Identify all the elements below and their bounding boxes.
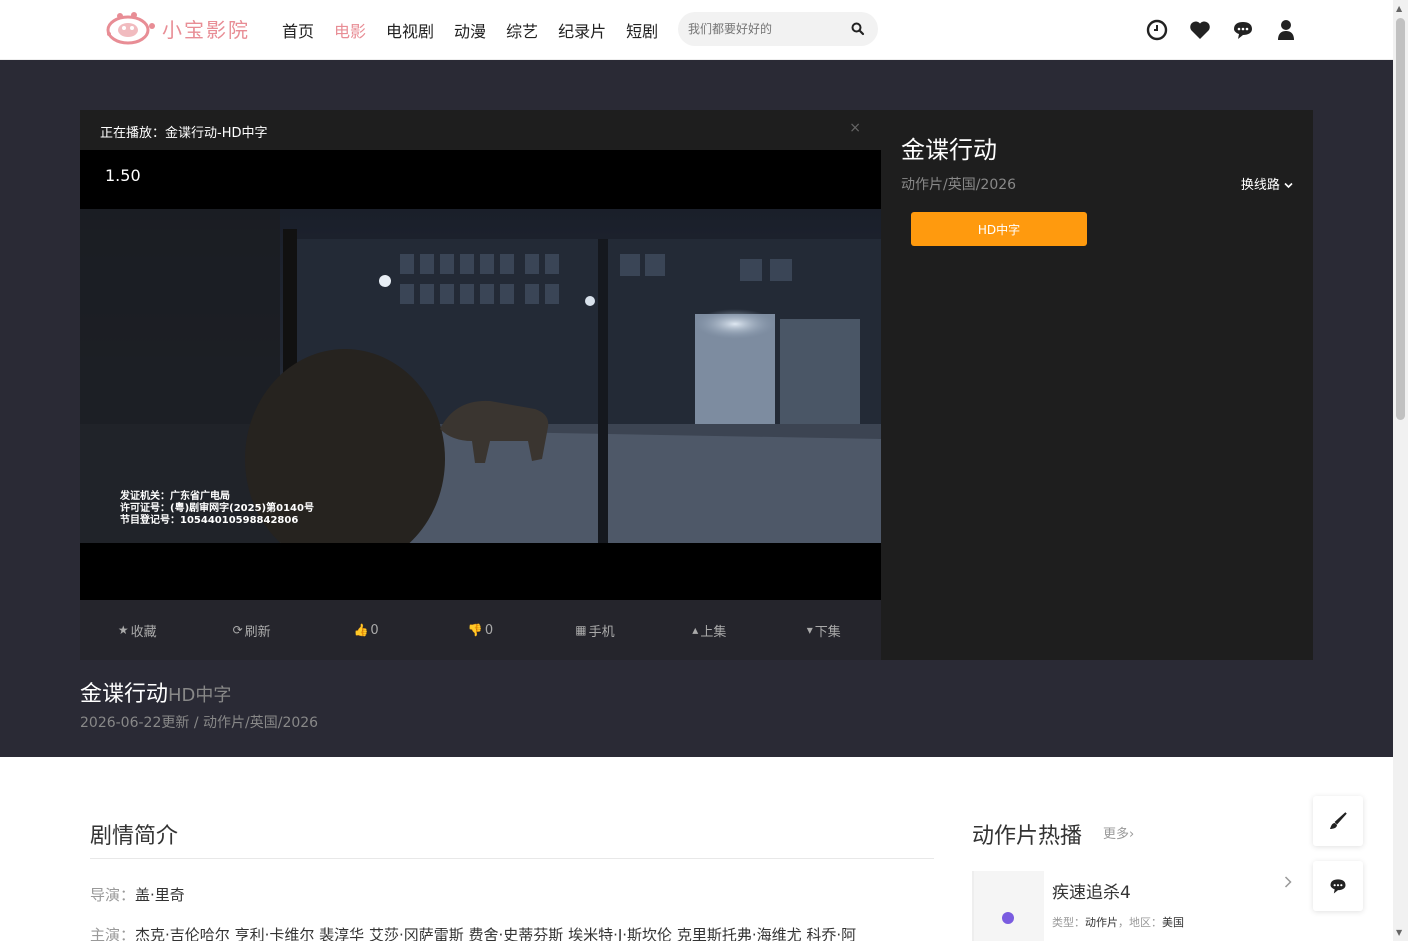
heart-icon[interactable]	[1188, 18, 1212, 42]
episode-panel: 金谍行动 动作片/英国/2026 换线路 HD中字	[881, 110, 1313, 660]
cast-link[interactable]: 亨利·卡维尔	[235, 926, 315, 941]
search-box	[678, 12, 878, 46]
list-item-meta: 类型：动作片，地区：美国	[1052, 916, 1184, 929]
player-toolbar: ★ 收藏 ⟳ 刷新 👍 0 👎 0 ▦ 手机 ▴ 上集 ▾ 下集	[80, 600, 881, 660]
page-scrollbar[interactable]: ▲ ▼	[1393, 0, 1408, 941]
star-icon: ★	[117, 623, 129, 637]
panel-title: 金谍行动	[901, 136, 997, 164]
category-link[interactable]: 动作片	[203, 715, 245, 731]
feedback-button[interactable]	[1313, 861, 1363, 911]
rank-dot	[1002, 912, 1014, 924]
nav-item-variety[interactable]: 综艺	[506, 18, 538, 42]
chat-icon[interactable]	[1231, 18, 1255, 42]
movie-quality: HD中字	[168, 685, 232, 706]
caret-down-icon: ▾	[806, 623, 813, 637]
search-icon[interactable]	[850, 21, 866, 37]
nav-item-short-drama[interactable]: 短剧	[626, 18, 658, 42]
director-link[interactable]: 盖·里奇	[135, 886, 185, 904]
program-registration: 节目登记号：10544010598842806	[120, 515, 299, 526]
refresh-button[interactable]: ⟳ 刷新	[194, 600, 308, 660]
site-logo[interactable]: 小宝影院	[104, 8, 250, 48]
theme-button[interactable]	[1313, 796, 1363, 846]
next-episode-button[interactable]: ▾ 下集	[767, 600, 881, 660]
chat-icon	[1330, 879, 1346, 894]
divider	[90, 858, 934, 859]
thumbnail	[972, 871, 1044, 941]
license-issuer: 发证机关：广东省广电局	[120, 491, 230, 502]
panel-meta: 动作片/英国/2026	[901, 177, 1017, 193]
cast-link[interactable]: 裴淳华	[319, 926, 364, 941]
thumbs-down-icon: 👎	[467, 623, 483, 637]
scrollbar-thumb[interactable]	[1396, 18, 1405, 420]
more-link[interactable]: 更多›	[1103, 823, 1134, 842]
license-info: 发证机关：广东省广电局 许可证号：(粤)剧审网字(2025)第0140号 节目登…	[120, 491, 314, 527]
mobile-button[interactable]: ▦ 手机	[538, 600, 652, 660]
qrcode-icon: ▦	[575, 623, 587, 637]
thumbs-up-icon: 👍	[353, 623, 369, 637]
site-header: 小宝影院 首页 电影 电视剧 动漫 综艺 纪录片 短剧	[0, 0, 1393, 60]
movie-subinfo: 2026-06-22更新 / 动作片/英国/2026	[80, 715, 319, 731]
cast-row: 主演：杰克·吉伦哈尔 亨利·卡维尔 裴淳华 艾莎·冈萨雷斯 费舍·史蒂芬斯 埃米…	[90, 924, 856, 941]
header-icons	[1145, 18, 1317, 42]
synopsis-heading: 剧情简介	[90, 824, 179, 849]
episode-button-hd[interactable]: HD中字	[911, 212, 1087, 246]
dislike-button[interactable]: 👎 0	[423, 600, 537, 660]
player-section: 正在播放：金谍行动-HD中字 × 1.50 发证机关：广东省广电局 许可证号：(…	[0, 60, 1393, 757]
main-nav: 首页 电影 电视剧 动漫 综艺 纪录片 短剧	[272, 18, 668, 42]
like-button[interactable]: 👍 0	[309, 600, 423, 660]
cast-link[interactable]: 埃米特·J·斯坎伦	[568, 926, 672, 941]
user-icon[interactable]	[1274, 18, 1298, 42]
license-number: 许可证号：(粤)剧审网字(2025)第0140号	[120, 503, 314, 514]
video-player[interactable]: 正在播放：金谍行动-HD中字 × 1.50 发证机关：广东省广电局 许可证号：(…	[80, 110, 881, 660]
nav-item-anime[interactable]: 动漫	[454, 18, 486, 42]
playback-speed[interactable]: 1.50	[105, 166, 141, 185]
switch-line-dropdown[interactable]: 换线路	[1241, 174, 1293, 193]
logo-text: 小宝影院	[162, 17, 250, 42]
now-playing-label: 正在播放：金谍行动-HD中字	[100, 126, 268, 141]
scroll-up-arrow[interactable]: ▲	[1396, 4, 1402, 13]
director-row: 导演：盖·里奇	[90, 886, 185, 904]
cast-link[interactable]: 杰克·吉伦哈尔	[135, 926, 230, 941]
chevron-right-icon	[1284, 876, 1292, 888]
favorite-button[interactable]: ★ 收藏	[80, 600, 194, 660]
logo-icon	[106, 12, 155, 45]
cast-link[interactable]: 费舍·史蒂芬斯	[469, 926, 564, 941]
previous-episode-button[interactable]: ▴ 上集	[652, 600, 766, 660]
cast-link[interactable]: 科乔·阿	[806, 926, 856, 941]
list-item[interactable]: 疾速追杀4 类型：动作片，地区：美国	[972, 866, 1302, 941]
year-link[interactable]: 2026	[282, 715, 318, 731]
history-icon[interactable]	[1145, 18, 1169, 42]
nav-item-home[interactable]: 首页	[282, 18, 314, 42]
cast-link[interactable]: 艾莎·冈萨雷斯	[369, 926, 464, 941]
nav-item-documentary[interactable]: 纪录片	[558, 18, 606, 42]
cast-link[interactable]: 克里斯托弗·海维尤	[677, 926, 802, 941]
scroll-down-arrow[interactable]: ▼	[1396, 928, 1402, 937]
movie-name: 金谍行动	[80, 682, 169, 707]
nav-item-tv-series[interactable]: 电视剧	[386, 18, 434, 42]
search-input[interactable]	[688, 20, 838, 38]
region-link[interactable]: 英国	[250, 715, 278, 731]
caret-up-icon: ▴	[692, 623, 699, 637]
hot-list-heading: 动作片热播	[972, 824, 1083, 849]
update-date: 2026-06-22更新	[80, 715, 190, 731]
chevron-down-icon	[1284, 182, 1293, 189]
player-title-bar: 正在播放：金谍行动-HD中字 ×	[80, 110, 881, 150]
nav-item-movies[interactable]: 电影	[334, 18, 366, 42]
refresh-icon: ⟳	[232, 623, 243, 637]
brush-icon	[1330, 812, 1347, 829]
close-icon[interactable]: ×	[849, 120, 861, 136]
movie-title: 金谍行动HD中字	[80, 676, 231, 708]
list-item-title: 疾速追杀4	[1052, 883, 1131, 903]
switch-line-label: 换线路	[1240, 178, 1280, 193]
